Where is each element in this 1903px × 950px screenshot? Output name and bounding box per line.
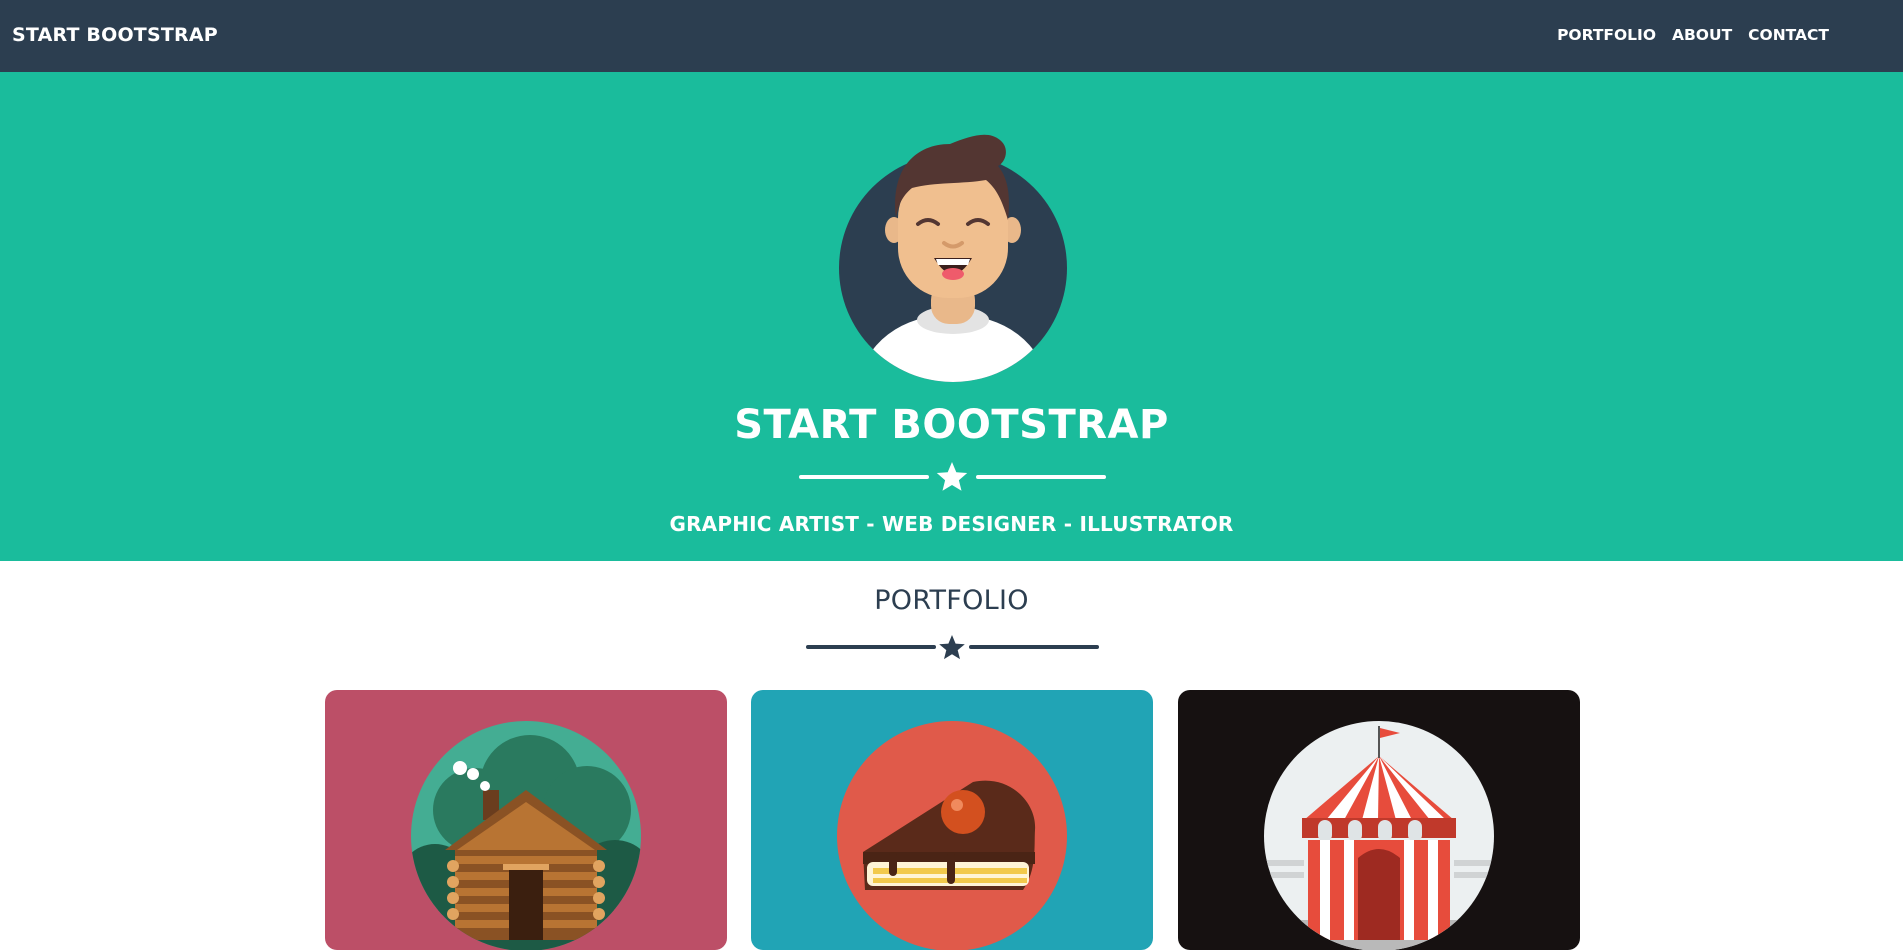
nav-link-about[interactable]: ABOUT: [1664, 26, 1740, 44]
divider-line: [806, 645, 936, 649]
portfolio-item-cake[interactable]: [751, 690, 1153, 950]
portfolio-divider: [0, 630, 1903, 664]
nav-links: PORTFOLIO ABOUT CONTACT: [1549, 26, 1837, 44]
portfolio-item-cabin[interactable]: [325, 690, 727, 950]
circus-tent-image: [1264, 721, 1494, 950]
masthead-subheading: GRAPHIC ARTIST - WEB DESIGNER - ILLUSTRA…: [669, 512, 1234, 536]
cake-image: [837, 721, 1067, 950]
divider-line: [799, 475, 929, 479]
star-icon: [936, 462, 968, 491]
divider-line: [969, 645, 1099, 649]
nav-link-portfolio[interactable]: PORTFOLIO: [1549, 26, 1664, 44]
portfolio-heading: PORTFOLIO: [874, 585, 1029, 616]
divider-line: [976, 475, 1106, 479]
masthead-divider: [0, 460, 1903, 494]
navbar: START BOOTSTRAP PORTFOLIO ABOUT CONTACT: [0, 0, 1903, 72]
masthead: START BOOTSTRAP GRAPHIC ARTIST - WEB DES…: [0, 72, 1903, 561]
star-icon: [939, 635, 965, 660]
masthead-heading: START BOOTSTRAP: [734, 402, 1169, 448]
portfolio-item-circus[interactable]: [1178, 690, 1580, 950]
avatar: [839, 134, 1067, 382]
navbar-brand[interactable]: START BOOTSTRAP: [12, 24, 218, 46]
cabin-image: [411, 721, 641, 950]
nav-link-contact[interactable]: CONTACT: [1740, 26, 1837, 44]
